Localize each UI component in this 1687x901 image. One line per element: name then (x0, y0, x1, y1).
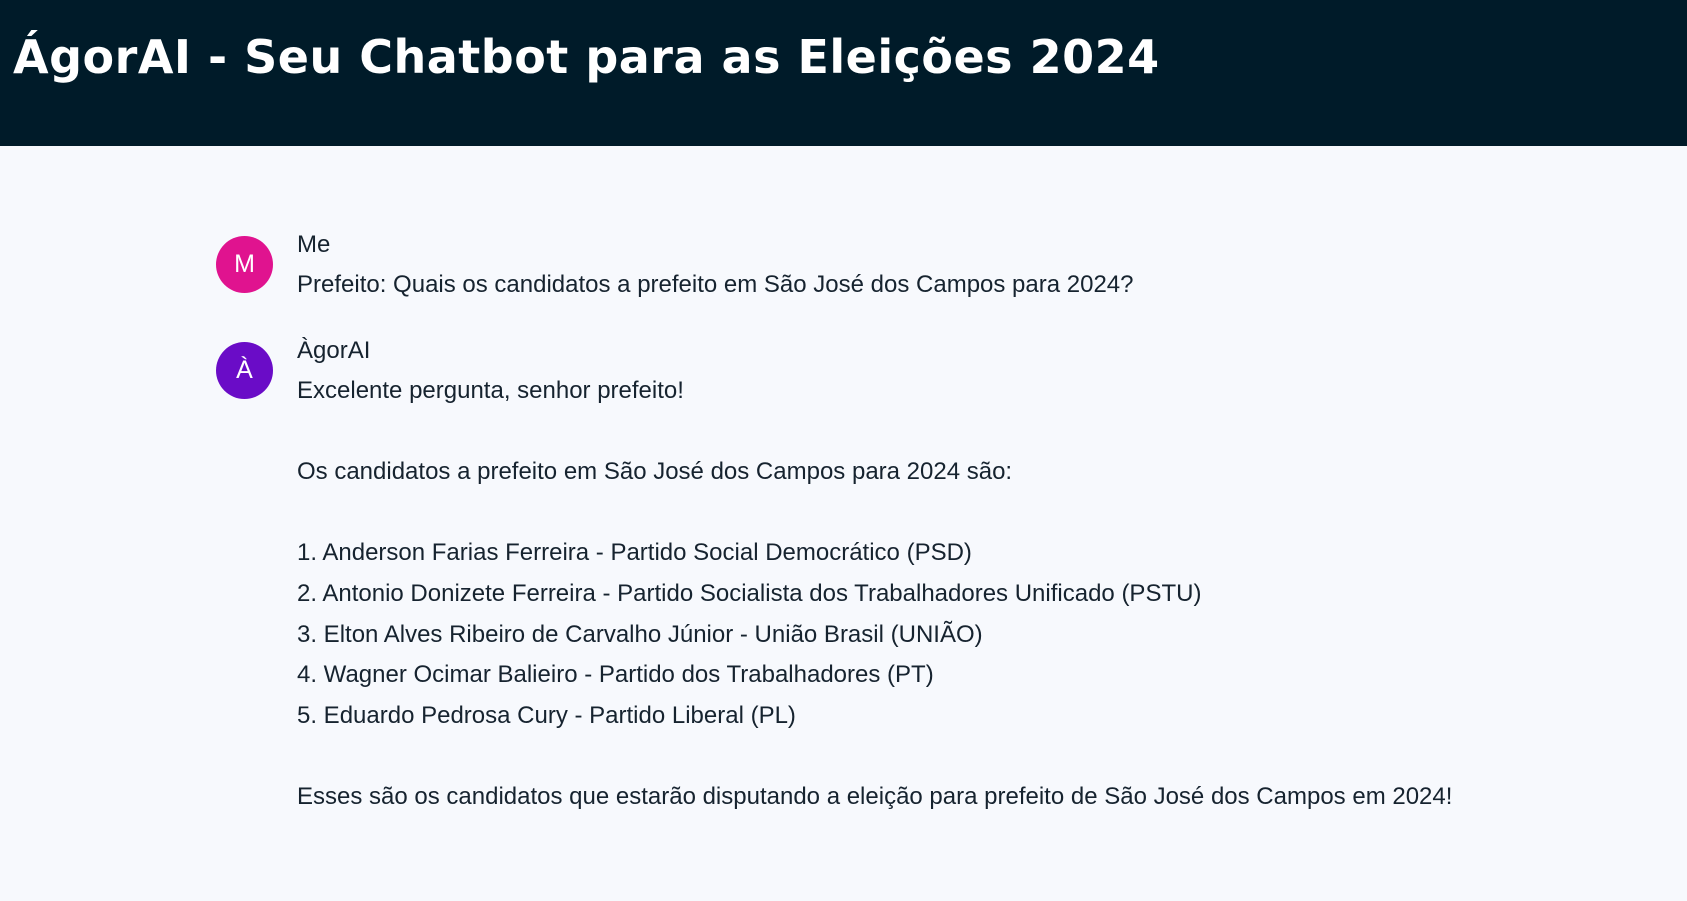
bot-avatar: À (216, 342, 273, 399)
candidate-list-item: 1. Anderson Farias Ferreira - Partido So… (297, 539, 972, 567)
message-body: ÀgorAI Excelente pergunta, senhor prefei… (297, 331, 1452, 818)
candidate-list-item: 5. Eduardo Pedrosa Cury - Partido Libera… (297, 701, 796, 729)
message-author: ÀgorAI (297, 337, 371, 364)
chat-area: M Me Prefeito: Quais os candidatos a pre… (0, 146, 1687, 901)
message-body: Me Prefeito: Quais os candidatos a prefe… (297, 225, 1134, 306)
message-text-line: Esses são os candidatos que estarão disp… (297, 782, 1453, 810)
app-header: ÁgorAI - Seu Chatbot para as Eleições 20… (0, 0, 1687, 146)
app-title: ÁgorAI - Seu Chatbot para as Eleições 20… (13, 30, 1160, 84)
message-text-line: Os candidatos a prefeito em São José dos… (297, 458, 1013, 486)
candidate-list-item: 4. Wagner Ocimar Balieiro - Partido dos … (297, 661, 934, 689)
message-text: Prefeito: Quais os candidatos a prefeito… (297, 271, 1134, 298)
candidate-list-item: 3. Elton Alves Ribeiro de Carvalho Júnio… (297, 620, 983, 648)
message-author: Me (297, 231, 331, 258)
message-text-line: Excelente pergunta, senhor prefeito! (297, 377, 684, 404)
user-avatar: M (216, 236, 273, 293)
candidate-list-item: 2. Antonio Donizete Ferreira - Partido S… (297, 579, 1202, 607)
